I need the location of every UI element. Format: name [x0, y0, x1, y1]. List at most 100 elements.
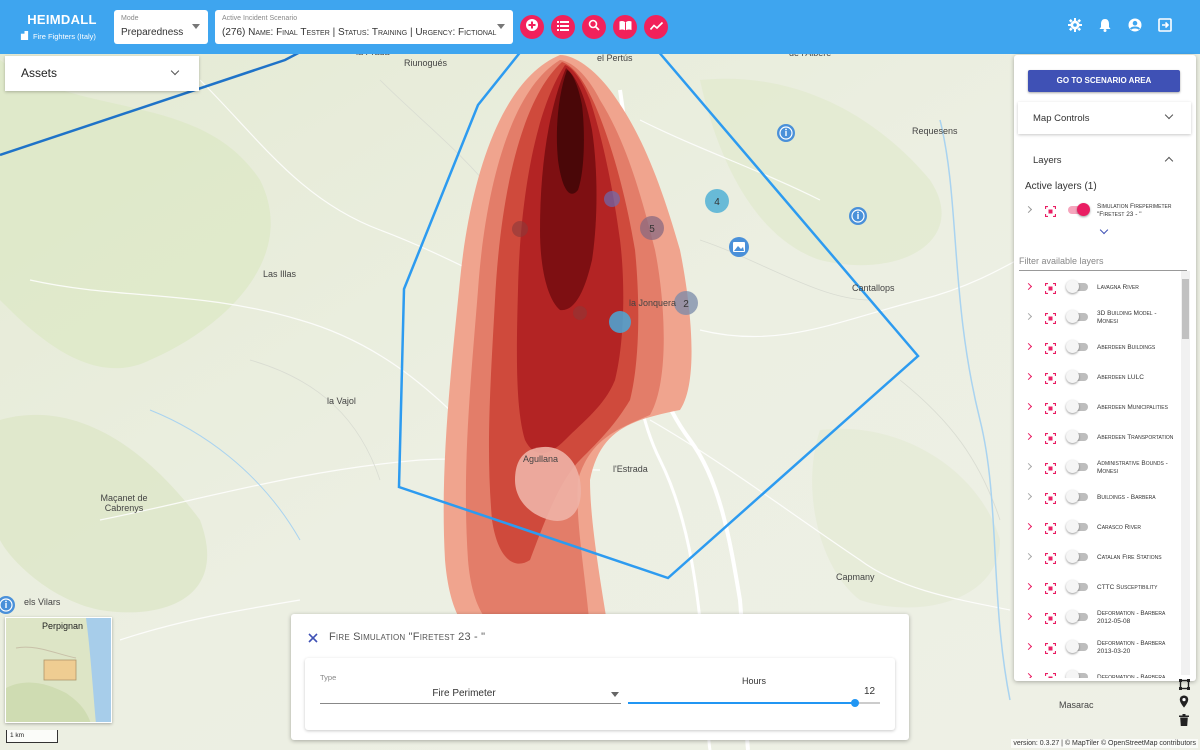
account-icon	[1128, 18, 1142, 37]
focus-layer-icon[interactable]	[1044, 521, 1057, 535]
layer-row: Aberdeen Transportation	[1018, 423, 1184, 453]
focus-layer-icon[interactable]	[1044, 641, 1057, 655]
notifications-button[interactable]	[1097, 18, 1113, 35]
focus-layer-icon[interactable]	[1044, 204, 1057, 218]
place-label: Masarac	[1059, 700, 1094, 710]
focus-layer-icon[interactable]	[1044, 311, 1057, 325]
chevron-right-icon[interactable]	[1024, 582, 1033, 591]
chevron-right-icon[interactable]	[1024, 372, 1033, 381]
focus-layer-icon[interactable]	[1044, 371, 1057, 385]
logout-button[interactable]	[1157, 17, 1173, 35]
focus-layer-icon[interactable]	[1044, 401, 1057, 415]
delete-drawing-button[interactable]	[1176, 714, 1192, 730]
chevron-right-icon[interactable]	[1024, 402, 1033, 411]
layer-toggle[interactable]	[1066, 610, 1088, 623]
focus-layer-icon[interactable]	[1044, 341, 1057, 355]
focus-layer-icon[interactable]	[1044, 491, 1057, 505]
layer-toggle[interactable]	[1066, 310, 1088, 323]
chevron-right-icon[interactable]	[1024, 462, 1033, 471]
trend-button[interactable]	[644, 15, 668, 39]
add-button[interactable]	[520, 15, 544, 39]
overview-minimap[interactable]: Perpignan	[5, 617, 112, 723]
drop-pin-button[interactable]	[1176, 695, 1192, 712]
chevron-right-icon[interactable]	[1024, 282, 1033, 291]
scrollbar[interactable]	[1181, 271, 1190, 675]
chevron-right-icon[interactable]	[1024, 432, 1033, 441]
chevron-right-icon[interactable]	[1024, 312, 1033, 321]
info-marker[interactable]	[849, 207, 867, 225]
layer-toggle[interactable]	[1066, 550, 1088, 563]
account-button[interactable]	[1127, 18, 1143, 37]
chevron-down-icon[interactable]	[1099, 225, 1109, 235]
layer-toggle[interactable]	[1066, 520, 1088, 533]
scrollbar-thumb[interactable]	[1182, 279, 1189, 339]
search-button[interactable]	[582, 15, 606, 39]
layer-toggle[interactable]	[1066, 280, 1088, 293]
layer-name: Administrative Bounds - Monesi	[1097, 460, 1168, 475]
svg-text:4: 4	[714, 197, 720, 208]
chevron-right-icon[interactable]	[1024, 342, 1033, 351]
focus-layer-icon[interactable]	[1044, 461, 1057, 475]
layer-toggle[interactable]	[1066, 580, 1088, 593]
layer-name: Deformation - Barbera 2013-03-20	[1097, 640, 1166, 655]
cluster-badge[interactable]: 4	[705, 189, 729, 213]
layer-toggle[interactable]	[1066, 430, 1088, 443]
chevron-right-icon[interactable]	[1024, 642, 1033, 651]
chevron-right-icon[interactable]	[1024, 612, 1033, 621]
map-controls-expander[interactable]: Map Controls	[1018, 102, 1191, 134]
image-marker[interactable]	[729, 237, 749, 257]
focus-layer-icon[interactable]	[1044, 581, 1057, 595]
available-layers-list[interactable]: Lavagna River 3D Building Model - Monesi A…	[1014, 273, 1184, 678]
cluster-badge[interactable]: 5	[640, 216, 664, 240]
cluster-marker[interactable]	[609, 311, 631, 333]
go-to-scenario-area-button[interactable]: GO TO SCENARIO AREA	[1028, 70, 1180, 92]
layer-toggle[interactable]	[1066, 490, 1088, 503]
layers-expander[interactable]: Layers	[1018, 144, 1191, 176]
chevron-right-icon[interactable]	[1024, 552, 1033, 561]
layer-toggle[interactable]	[1066, 370, 1088, 383]
layer-toggle[interactable]	[1066, 400, 1088, 413]
chevron-right-icon[interactable]	[1024, 205, 1033, 214]
dropdown-caret-icon	[497, 24, 505, 29]
asset-marker[interactable]	[604, 191, 620, 207]
layer-toggle[interactable]	[1066, 340, 1088, 353]
draw-box-button[interactable]	[1176, 678, 1192, 694]
type-value: Fire Perimeter	[432, 688, 496, 699]
layer-name: Deformation - Barbera	[1097, 674, 1166, 678]
gear-icon	[1068, 17, 1082, 37]
layer-toggle[interactable]	[1066, 670, 1088, 678]
mode-label: Mode	[121, 15, 139, 22]
asset-marker[interactable]	[573, 306, 587, 320]
close-icon[interactable]	[307, 631, 319, 643]
mode-select[interactable]: Mode Preparedness	[114, 10, 208, 44]
hours-slider-thumb[interactable]	[850, 699, 859, 707]
focus-layer-icon[interactable]	[1044, 671, 1057, 678]
focus-layer-icon[interactable]	[1044, 281, 1057, 295]
layer-toggle[interactable]	[1066, 640, 1088, 653]
cluster-badge[interactable]: 2	[674, 291, 698, 315]
svg-text:5: 5	[649, 224, 655, 235]
chevron-right-icon[interactable]	[1024, 492, 1033, 501]
filter-layers-input[interactable]	[1019, 252, 1187, 266]
filter-layers-field[interactable]	[1019, 251, 1187, 271]
asset-marker[interactable]	[512, 221, 528, 237]
settings-button[interactable]	[1067, 17, 1083, 37]
book-button[interactable]	[613, 15, 637, 39]
layer-toggle[interactable]	[1066, 460, 1088, 473]
assets-panel[interactable]: Assets	[5, 56, 199, 91]
chevron-right-icon[interactable]	[1024, 522, 1033, 531]
focus-layer-icon[interactable]	[1044, 611, 1057, 625]
type-select[interactable]: Fire Perimeter	[320, 684, 621, 704]
minimap-viewport[interactable]	[43, 659, 77, 681]
focus-layer-icon[interactable]	[1044, 551, 1057, 565]
info-marker[interactable]	[777, 124, 795, 142]
map-attribution[interactable]: version: 0.3.27 | © MapTiler © OpenStree…	[1011, 739, 1198, 748]
focus-layer-icon[interactable]	[1044, 431, 1057, 445]
organization-name: Fire Fighters (Italy)	[33, 32, 96, 41]
hours-slider[interactable]	[628, 699, 880, 707]
list-button[interactable]	[551, 15, 575, 39]
layer-name: Aberdeen Municipalities	[1097, 404, 1168, 411]
chevron-right-icon[interactable]	[1024, 672, 1033, 678]
layer-toggle[interactable]	[1068, 203, 1090, 216]
scenario-select[interactable]: Active Incident Scenario (276) Name: Fin…	[215, 10, 513, 44]
